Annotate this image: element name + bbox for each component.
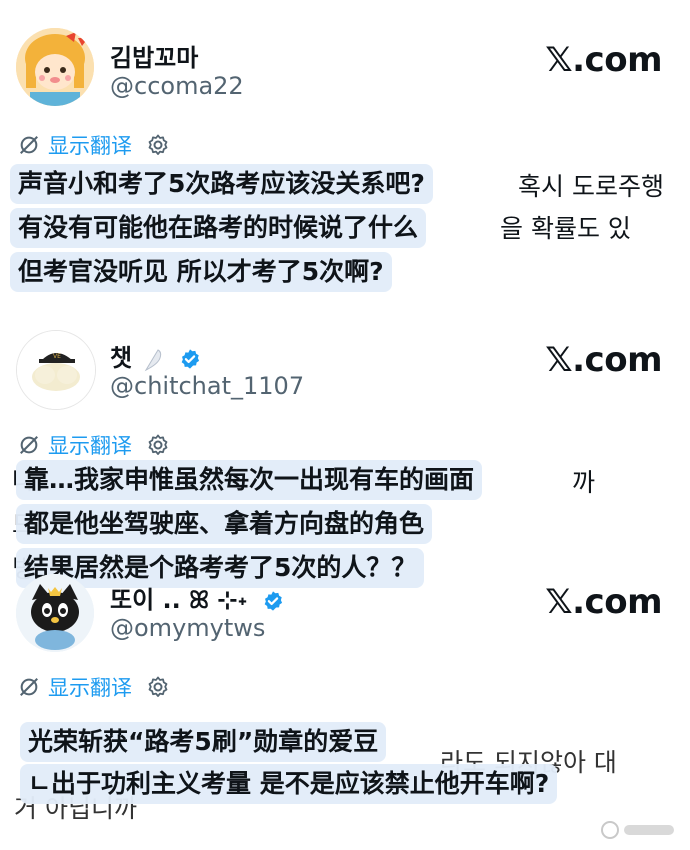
avatar[interactable] — [16, 28, 94, 106]
avatar-cloud-cap-image: VE — [17, 331, 95, 409]
translation-overlay-line: 光荣斩获“路考5刷”勋章的爱豆 — [20, 722, 387, 762]
translate-icon — [20, 136, 38, 154]
watermark-logo — [601, 821, 674, 839]
gear-icon[interactable] — [146, 133, 170, 157]
translation-overlay-line: 有没有可能他在路考的时候说了什么 — [10, 208, 427, 248]
x-com-brand: 𝕏.com — [545, 40, 662, 80]
translation-overlay-line: ㄴ出于功利主义考量 是不是应该禁止他开车啊? — [20, 764, 558, 804]
tweet-text-fragment: 까 — [572, 468, 596, 497]
translate-row: 显示翻译 — [18, 672, 170, 702]
show-translation-link[interactable]: 显示翻译 — [48, 430, 132, 460]
translate-row: 显示翻译 — [18, 130, 170, 160]
feather-icon — [145, 349, 162, 372]
avatar[interactable]: VE — [16, 330, 96, 410]
tweet-text-fragment: 혹시 도로주행 — [518, 172, 664, 201]
display-name-text[interactable]: 또이 .. ꕤ ⊹˖ — [110, 586, 248, 614]
gear-icon[interactable] — [146, 675, 170, 699]
translation-overlay-line: 靠…我家申惟虽然每次一出现有车的画面 — [16, 460, 483, 500]
x-com-brand: 𝕏.com — [545, 340, 662, 380]
translation-overlay-line: 声音小和考了5次路考应该没关系吧? — [10, 164, 433, 204]
x-com-brand: 𝕏.com — [545, 582, 662, 622]
verified-badge-icon — [264, 591, 282, 611]
display-name-text[interactable]: 챗 — [110, 344, 132, 372]
avatar-cartoon-girl-image — [16, 28, 94, 106]
show-translation-link[interactable]: 显示翻译 — [48, 672, 132, 702]
translation-overlay-line: 但考官没听见 所以才考了5次啊? — [10, 252, 392, 292]
translation-overlay-line: 都是他坐驾驶座、拿着方向盘的角色 — [16, 504, 433, 544]
tweet-text-fragment: 을 확률도 있 — [500, 214, 631, 243]
avatar[interactable] — [16, 574, 94, 652]
gear-icon[interactable] — [146, 433, 170, 457]
translate-icon — [20, 678, 38, 696]
translate-icon — [20, 436, 38, 454]
svg-text:VE: VE — [53, 353, 61, 360]
handle[interactable]: @omymytws — [110, 614, 265, 642]
display-name[interactable]: 김밥꼬마 — [110, 38, 198, 73]
verified-badge-icon — [181, 349, 199, 369]
show-translation-link[interactable]: 显示翻译 — [48, 130, 132, 160]
translate-row: 显示翻译 — [18, 430, 170, 460]
display-name[interactable]: 또이 .. ꕤ ⊹˖ — [110, 580, 284, 615]
avatar-black-cat-image — [16, 574, 94, 652]
display-name[interactable]: 챗 — [110, 338, 201, 373]
handle[interactable]: @chitchat_1107 — [110, 372, 304, 400]
handle[interactable]: @ccoma22 — [110, 72, 244, 100]
